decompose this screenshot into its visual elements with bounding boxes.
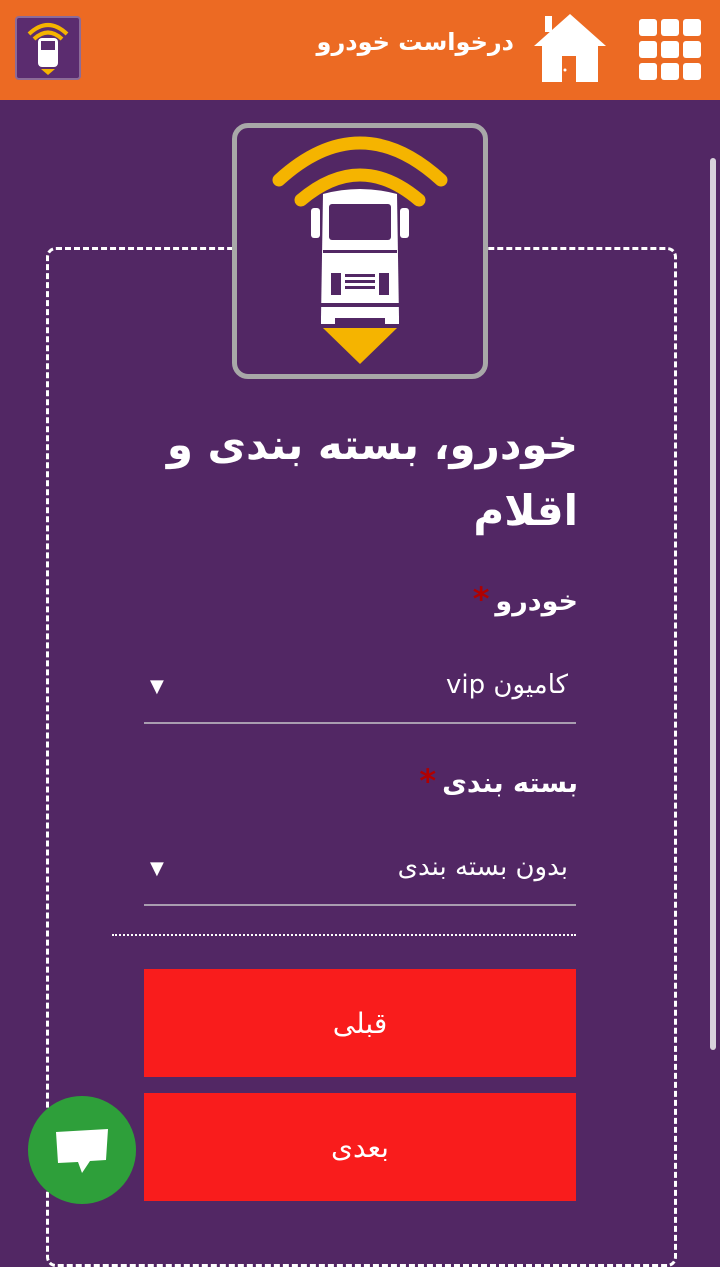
- apps-grid-icon[interactable]: [637, 17, 703, 81]
- vehicle-label: خودرو*: [473, 580, 578, 618]
- form-title: خودرو، بسته بندی و اقلام: [166, 420, 578, 535]
- dropdown-arrow-icon: ▼: [150, 676, 164, 697]
- dotted-divider: [112, 934, 576, 936]
- chat-bubble-icon: [56, 1129, 108, 1173]
- previous-button[interactable]: قبلی: [144, 969, 576, 1077]
- required-asterisk: *: [419, 762, 437, 800]
- required-asterisk: *: [472, 580, 490, 618]
- truck-logo-icon[interactable]: [15, 16, 81, 80]
- packaging-select[interactable]: بدون بسته بندی ▼: [144, 838, 576, 906]
- home-icon[interactable]: [532, 12, 608, 84]
- vehicle-select[interactable]: کامیون vip ▼: [144, 656, 576, 724]
- truck-signal-logo-icon: [232, 123, 488, 379]
- top-app-bar: درخواست خودرو: [0, 0, 720, 100]
- scrollbar[interactable]: [710, 158, 716, 1050]
- next-button[interactable]: بعدی: [144, 1093, 576, 1201]
- dropdown-arrow-icon: ▼: [150, 858, 164, 879]
- packaging-select-value: بدون بسته بندی: [397, 852, 568, 882]
- vehicle-select-value: کامیون vip: [446, 670, 568, 700]
- vehicle-label-text: خودرو: [495, 586, 578, 617]
- chat-button[interactable]: [28, 1096, 136, 1204]
- packaging-label-text: بسته بندی: [442, 768, 578, 799]
- page-title: درخواست خودرو: [316, 28, 514, 56]
- packaging-label: بسته بندی*: [419, 762, 578, 800]
